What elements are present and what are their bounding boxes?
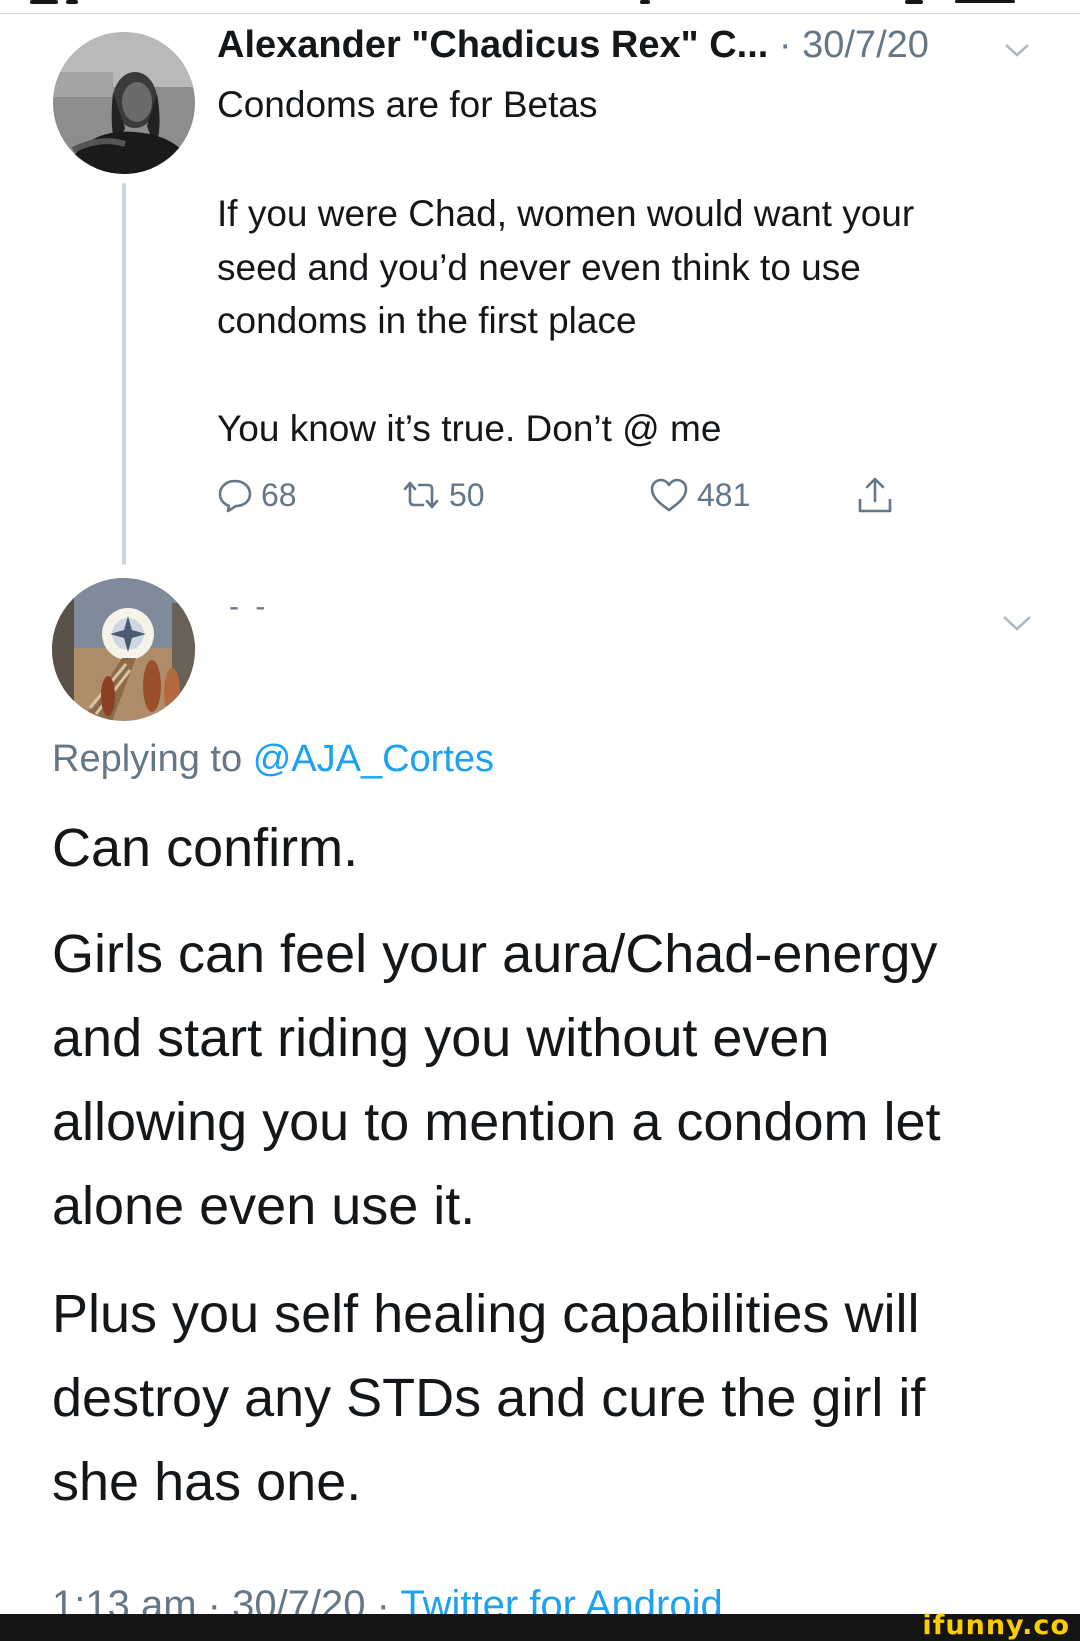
user-avatar-icon	[52, 578, 195, 721]
reply-text-line: Plus you self healing capabilities will	[52, 1284, 920, 1344]
reply-count: 68	[261, 476, 297, 513]
reply-text-line: Girls can feel your aura/Chad-energy	[52, 924, 938, 984]
reply-text-line: Can confirm.	[52, 818, 359, 878]
share-button[interactable]	[855, 470, 903, 520]
watermark-bar: ifunny.co	[0, 1610, 1080, 1641]
reply-author-name[interactable]: - -	[229, 590, 269, 624]
tweet-text-line: Condoms are for Betas	[217, 84, 598, 125]
tweet-text-line: seed and you’d never even think to use	[217, 247, 861, 288]
header-separator: ·	[778, 24, 792, 66]
reply-text-line: allowing you to mention a condom let	[52, 1092, 941, 1152]
reply-text-line: alone even use it.	[52, 1176, 476, 1236]
replying-to-label: Replying to	[52, 738, 243, 780]
retweet-count: 50	[449, 476, 485, 513]
author-name[interactable]: Alexander "Chadicus Rex" C...	[217, 24, 768, 66]
author-avatar[interactable]	[53, 32, 195, 174]
reply-button[interactable]: 68	[217, 470, 297, 520]
tweet-header: Alexander "Chadicus Rex" C... · 30/7/20	[217, 24, 1037, 74]
reply-author-avatar[interactable]	[52, 578, 195, 721]
tweet-actions: 68 50 481	[217, 470, 917, 520]
replying-to-handle[interactable]: @AJA_Cortes	[253, 738, 494, 780]
reply-text-line: and start riding you without even	[52, 1008, 830, 1068]
tweet-text-line: If you were Chad, women would want your	[217, 193, 915, 234]
replying-to: Replying to @AJA_Cortes	[52, 738, 494, 781]
like-icon	[650, 478, 688, 512]
thread-connector	[122, 183, 126, 565]
retweet-button[interactable]: 50	[401, 470, 485, 520]
tweet-text-line: condoms in the first place	[217, 300, 637, 341]
reply-text-line: destroy any STDs and cure the girl if	[52, 1368, 926, 1428]
reply-icon	[218, 479, 252, 513]
tweet-date[interactable]: 30/7/20	[802, 24, 929, 66]
retweet-icon	[403, 481, 439, 509]
like-button[interactable]: 481	[649, 470, 750, 520]
user-avatar-icon	[53, 32, 195, 174]
chevron-down-icon[interactable]	[1002, 614, 1032, 632]
tweet-text-line: You know it’s true. Don’t @ me	[217, 408, 722, 449]
top-cropped-strip	[0, 0, 1080, 16]
like-count: 481	[697, 476, 751, 513]
chevron-down-icon[interactable]	[1004, 42, 1030, 58]
share-icon	[858, 477, 892, 513]
reply-text-line: she has one.	[52, 1452, 362, 1512]
ifunny-watermark: ifunny.co	[922, 1610, 1070, 1641]
